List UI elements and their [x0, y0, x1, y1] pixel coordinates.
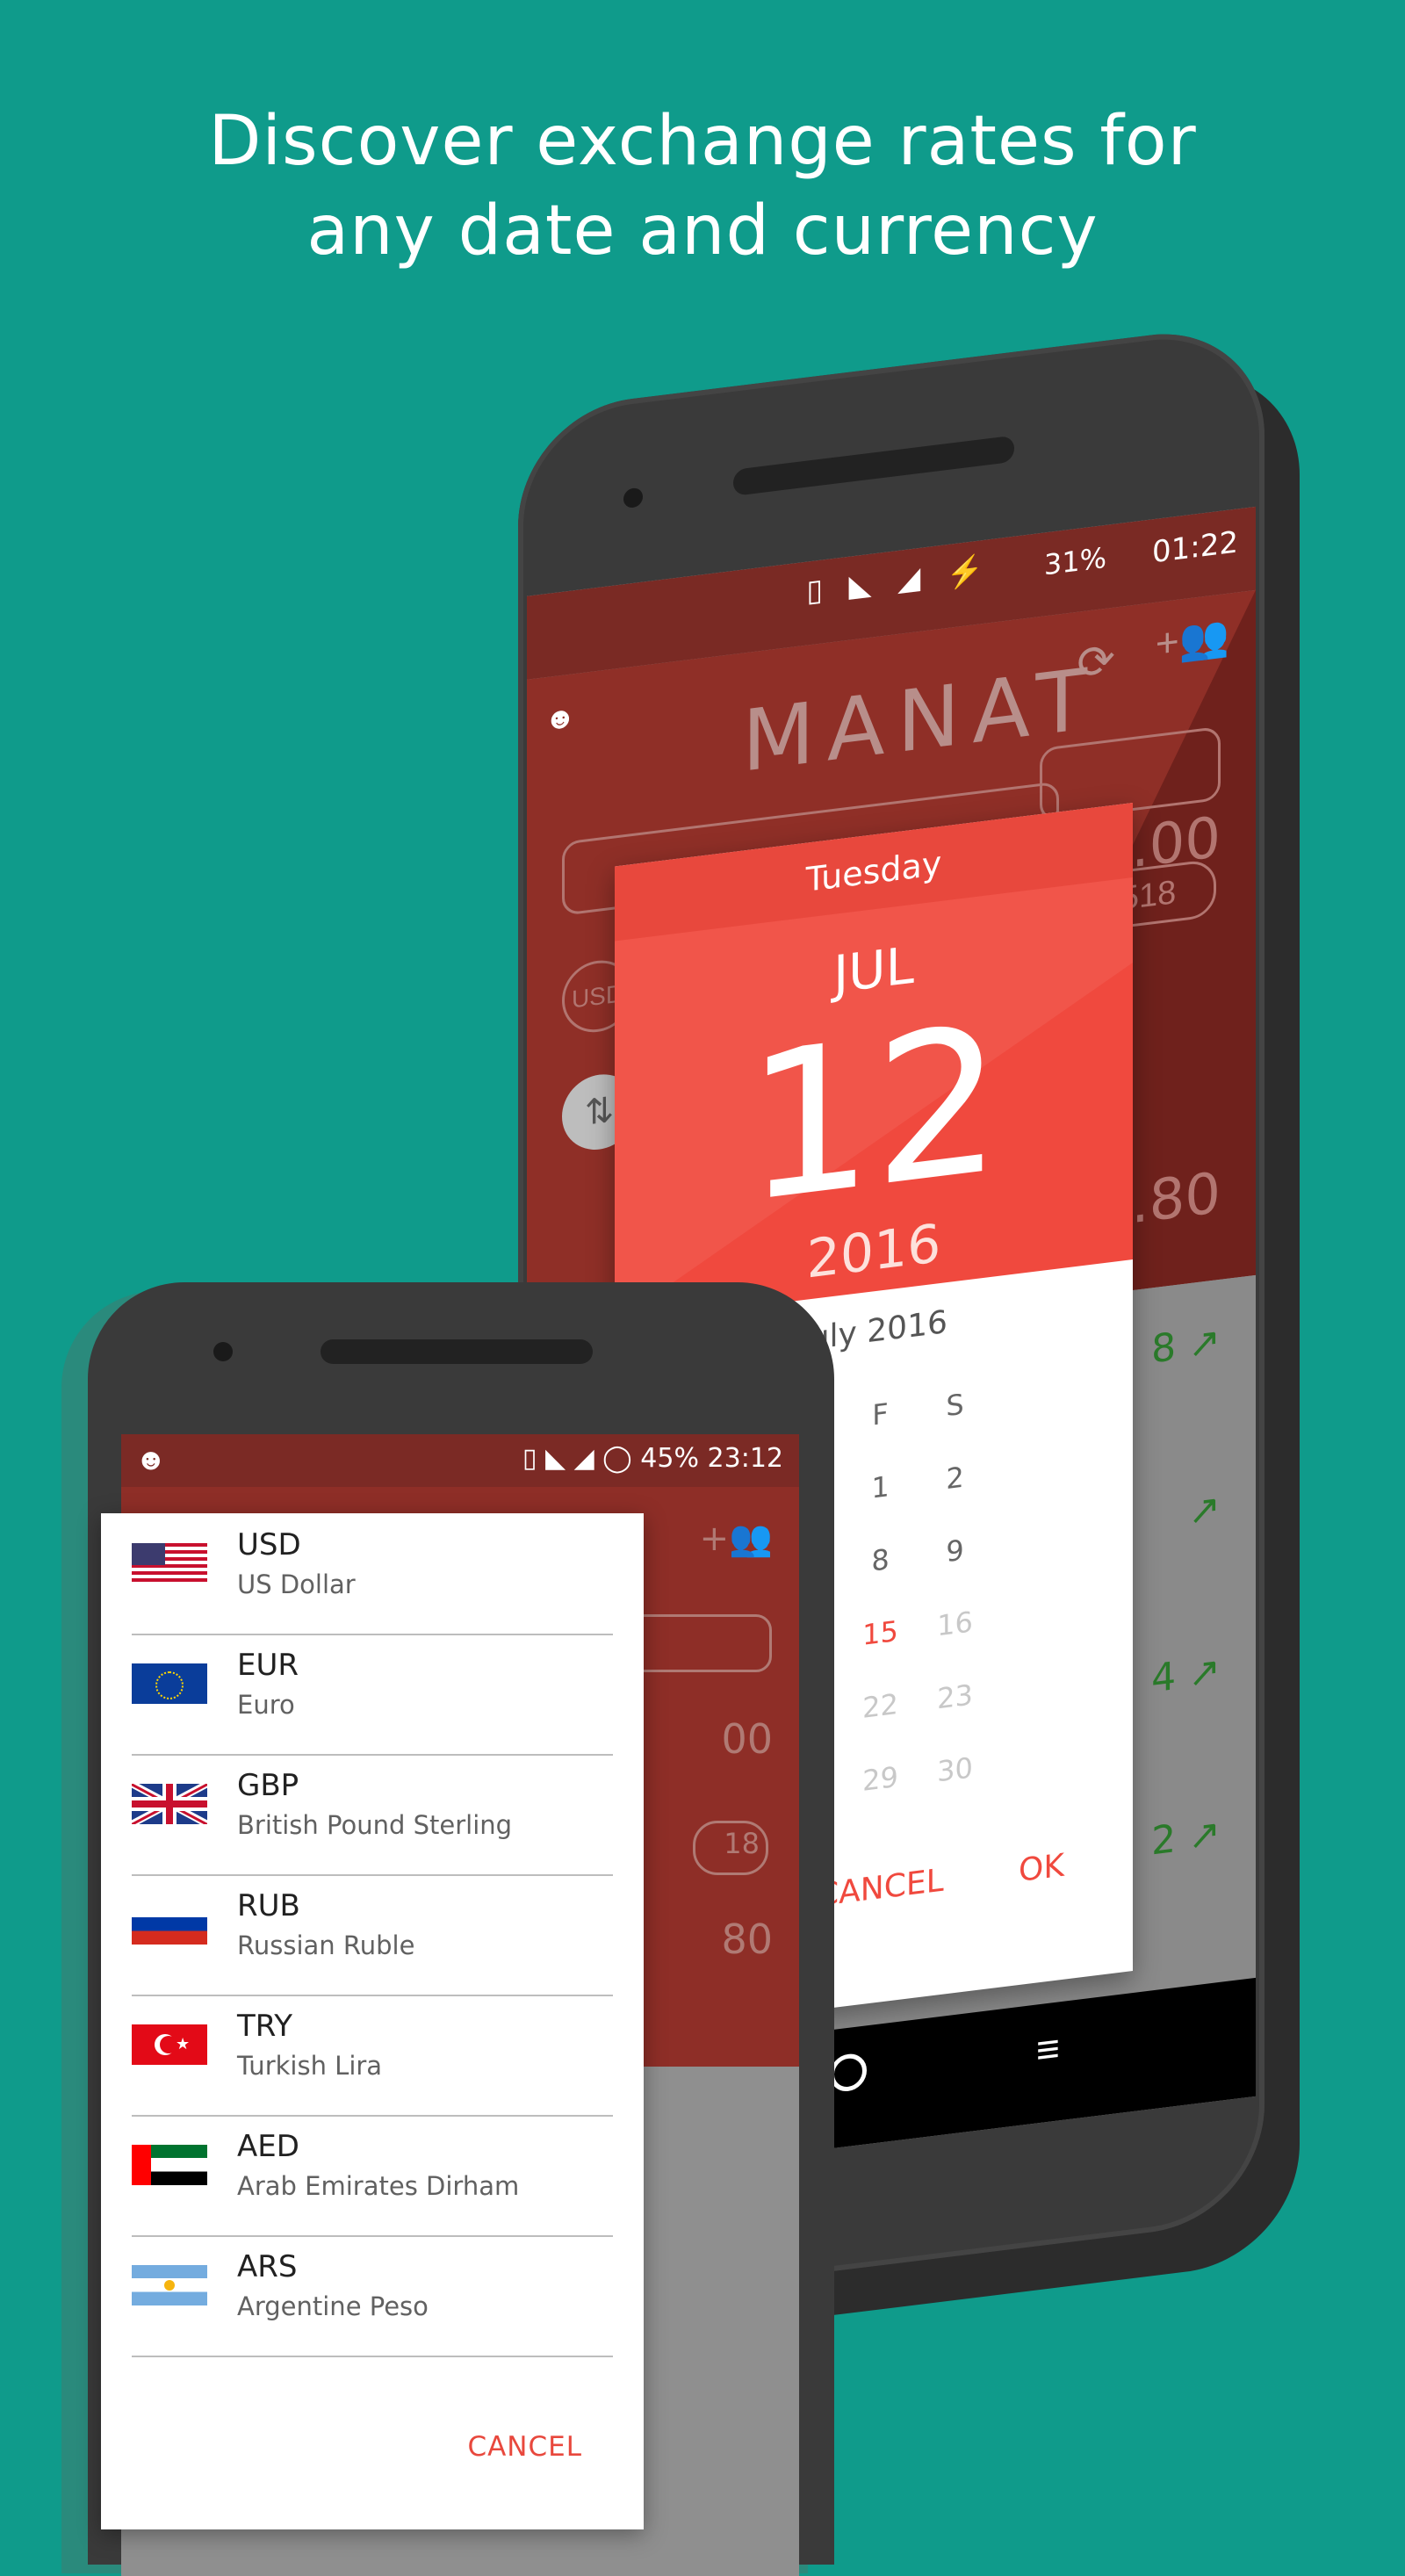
currency-name: US Dollar [237, 1569, 356, 1599]
currency-item-rub[interactable]: RUB Russian Ruble [132, 1874, 613, 1996]
calendar-day-disabled: 30 [937, 1750, 973, 1789]
trend-row-4-value: 2 [1151, 1816, 1177, 1865]
calendar-day[interactable]: 8 [843, 1519, 918, 1601]
headline-line-1: Discover exchange rates for [208, 102, 1197, 181]
trend-row-1-value: 8 [1151, 1324, 1177, 1373]
currency-code: ARS [237, 2249, 298, 2284]
android-bot-icon: ☻ [544, 699, 576, 738]
eu-flag-icon [132, 1663, 207, 1704]
currency-item-ars[interactable]: ARS Argentine Peso [132, 2235, 613, 2357]
currency-name: Argentine Peso [237, 2291, 429, 2321]
calendar-day-disabled: 22 [862, 1686, 898, 1725]
weekday-header: S [946, 1387, 964, 1424]
amount-top: 00 [721, 1715, 773, 1763]
cancel-button[interactable]: CANCEL [467, 2431, 582, 2463]
currency-name: Turkish Lira [237, 2051, 383, 2081]
earpiece-speaker [733, 435, 1014, 496]
status-bar: ☻ ▯ ◣ ◢ ◯ 45% 23:12 [121, 1434, 799, 1487]
currency-name: Euro [237, 1690, 295, 1720]
amount-bottom: .80 [1131, 1160, 1221, 1237]
currency-name: Arab Emirates Dirham [237, 2171, 520, 2201]
add-user-icon[interactable]: +👥 [1156, 611, 1229, 668]
home-button-icon[interactable] [830, 2052, 867, 2094]
currency-picker-dialog: USD US Dollar EUR Euro GBP British Pound… [101, 1513, 644, 2529]
clock: 01:22 [1152, 524, 1238, 571]
currency-code: GBP [237, 1768, 299, 1803]
vibrate-wifi-signal-icons: ▯ ◣ ◢ ⚡ [806, 552, 992, 609]
clock: 23:12 [707, 1443, 783, 1474]
uk-flag-icon [132, 1784, 207, 1824]
calendar-day[interactable]: 2 [918, 1438, 992, 1519]
currency-code: RUB [237, 1888, 300, 1923]
currency-item-try[interactable]: ★ TRY Turkish Lira [132, 1995, 613, 2117]
currency-name: British Pound Sterling [237, 1810, 513, 1840]
weekday-header: F [872, 1396, 889, 1432]
headline: Discover exchange rates for any date and… [0, 97, 1405, 276]
currency-code: EUR [237, 1648, 299, 1683]
battery-percent: 45% [640, 1443, 699, 1474]
trend-row-3: 4 ↗ [1151, 1648, 1221, 1702]
trend-row-4: 2 ↗ [1151, 1810, 1221, 1865]
front-camera [213, 1342, 233, 1361]
calendar-day-disabled: 29 [862, 1759, 898, 1798]
rate-chip-text: 18 [724, 1827, 760, 1860]
currency-item-gbp[interactable]: GBP British Pound Sterling [132, 1754, 613, 1876]
date-picker-ok-button[interactable]: OK [1019, 1848, 1064, 1889]
turkey-flag-icon: ★ [132, 2024, 207, 2065]
battery-percent: 31% [1043, 540, 1106, 582]
calendar-day-today[interactable]: 15 [843, 1592, 918, 1674]
android-bot-icon: ☻ [135, 1443, 167, 1476]
trend-row-2: ↗ [1188, 1485, 1221, 1535]
currency-code: TRY [237, 2009, 292, 2044]
trend-row-1: 8 ↗ [1151, 1318, 1221, 1373]
currency-item-eur[interactable]: EUR Euro [132, 1634, 613, 1756]
currency-item-usd[interactable]: USD US Dollar [132, 1513, 613, 1635]
earpiece-speaker [321, 1339, 593, 1364]
date-picker-cancel-button[interactable]: CANCEL [817, 1862, 944, 1914]
calendar-day-disabled: 16 [937, 1605, 973, 1643]
currency-code: AED [237, 2129, 299, 2164]
us-flag-icon [132, 1543, 207, 1584]
add-user-icon[interactable]: +👥 [700, 1518, 773, 1559]
uae-flag-icon [132, 2145, 207, 2185]
currency-name: Russian Ruble [237, 1930, 415, 1960]
russia-flag-icon [132, 1904, 207, 1945]
headline-line-2: any date and currency [306, 191, 1099, 271]
argentina-flag-icon [132, 2265, 207, 2305]
status-indicators: ▯ ◣ ◢ ◯ 45% 23:12 [522, 1443, 783, 1474]
front-camera [623, 487, 643, 509]
trend-row-3-value: 4 [1151, 1654, 1177, 1702]
currency-item-aed[interactable]: AED Arab Emirates Dirham [132, 2115, 613, 2237]
calendar-day-disabled: 23 [937, 1678, 973, 1716]
menu-button-icon[interactable]: ≡ [1036, 2024, 1060, 2074]
amount-bottom: 80 [721, 1916, 773, 1963]
calendar-day[interactable]: 9 [918, 1511, 992, 1592]
currency-code: USD [237, 1527, 301, 1562]
calendar-day[interactable]: 1 [843, 1447, 918, 1528]
refresh-icon[interactable]: ⟳ [1077, 634, 1115, 691]
